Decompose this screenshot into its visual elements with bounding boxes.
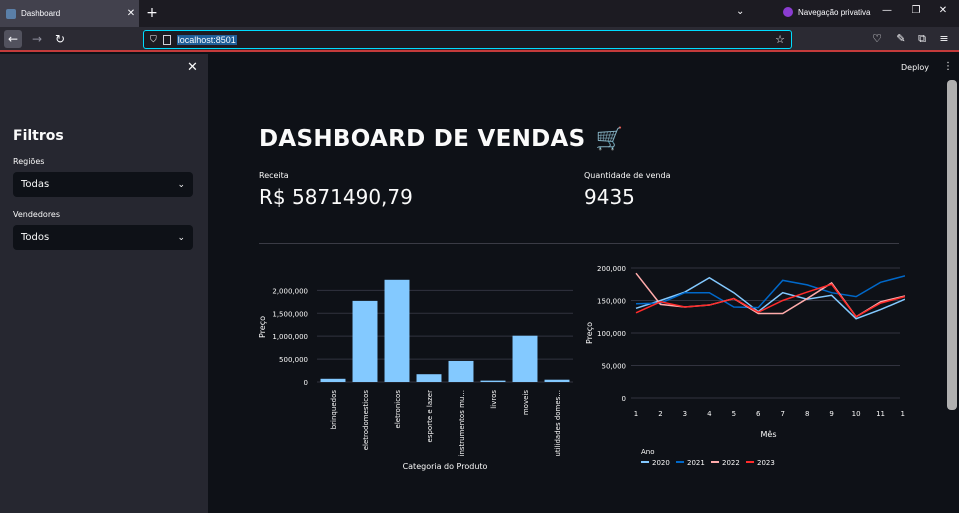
vendedores-select[interactable]: Todos ⌄ [13, 225, 193, 250]
x-tick-label: 11 [876, 410, 885, 418]
sidebar-title: Filtros [13, 128, 64, 144]
y-axis-label: Preço [585, 322, 594, 344]
y-tick-label: 1,000,000 [272, 333, 308, 341]
x-tick-label: eletrodomesticos [362, 390, 370, 451]
deploy-button[interactable]: Deploy [901, 63, 929, 72]
bar [416, 374, 442, 382]
x-tick-label: 1 [634, 410, 638, 418]
pocket-icon[interactable]: ♡ [870, 32, 884, 45]
close-window-icon[interactable]: ✕ [936, 5, 950, 16]
legend-label-2023: 2023 [757, 459, 775, 467]
metric-label-receita: Receita [259, 171, 289, 180]
url-text[interactable]: localhost:8501 [176, 34, 237, 45]
y-tick-label: 0 [622, 395, 626, 403]
list-tabs-chevron-icon[interactable]: ⌄ [736, 6, 744, 17]
x-tick-label: moveis [522, 390, 530, 415]
chevron-down-icon: ⌄ [177, 232, 185, 243]
shield-icon[interactable]: ⛉ [150, 35, 157, 45]
legend-label-2022: 2022 [722, 459, 740, 467]
metric-value-receita: R$ 5871490,79 [259, 185, 413, 209]
y-tick-label: 500,000 [279, 356, 308, 364]
y-tick-label: 0 [304, 379, 308, 387]
restore-icon[interactable]: ❐ [909, 5, 923, 16]
private-mask-icon [783, 7, 793, 17]
bar [320, 378, 346, 382]
x-tick-label: 9 [829, 410, 833, 418]
x-tick-label: brinquedos [330, 390, 338, 430]
x-tick-label: 7 [780, 410, 784, 418]
vendedores-select-value: Todos [21, 232, 50, 243]
back-arrow-icon[interactable]: ← [4, 30, 22, 48]
y-tick-label: 1,500,000 [272, 310, 308, 318]
page-icon [162, 34, 171, 45]
x-tick-label: 6 [756, 410, 761, 418]
x-tick-label: eletronicos [394, 390, 402, 429]
filter-label-regioes: Regiões [13, 157, 45, 166]
x-tick-label: esporte e lazer [426, 390, 434, 443]
url-bar[interactable]: ⛉ localhost:8501 ☆ [143, 30, 792, 49]
app-header: Deploy ⋮ [208, 54, 959, 80]
close-tab-icon[interactable]: ✕ [123, 8, 139, 19]
browser-toolbar: ← → ↻ ⛉ localhost:8501 ☆ ♡ ✎ ⧉ ≡ [0, 27, 959, 52]
legend-label-2020: 2020 [652, 459, 670, 467]
y-axis-label: Preço [258, 316, 267, 338]
browser-tab[interactable]: Dashboard ✕ [0, 0, 139, 27]
x-tick-label: 2 [658, 410, 662, 418]
x-tick-label: livros [490, 390, 498, 409]
x-tick-label: utilidades domes... [554, 390, 562, 457]
x-tick-label: 10 [852, 410, 861, 418]
reload-icon[interactable]: ↻ [51, 30, 69, 48]
new-tab-button[interactable]: + [144, 4, 160, 22]
y-tick-label: 2,000,000 [272, 287, 308, 295]
regioes-select[interactable]: Todas ⌄ [13, 172, 193, 197]
private-browsing-indicator: Navegação privativa [783, 7, 870, 17]
legend-label-2021: 2021 [687, 459, 705, 467]
private-label: Navegação privativa [798, 7, 871, 17]
x-axis-label: Categoria do Produto [403, 462, 488, 471]
more-options-icon[interactable]: ⋮ [943, 61, 953, 72]
scrollbar[interactable] [947, 80, 957, 410]
x-tick-label: 12 [901, 410, 905, 418]
chevron-down-icon: ⌄ [177, 179, 185, 190]
bookmark-star-icon[interactable]: ☆ [775, 33, 785, 46]
bar [512, 335, 538, 382]
y-tick-label: 100,000 [597, 330, 626, 338]
y-tick-label: 200,000 [597, 265, 626, 273]
page-title-text: DASHBOARD DE VENDAS [259, 126, 586, 152]
filter-label-vendedores: Vendedores [13, 210, 61, 219]
forward-arrow-icon[interactable]: → [28, 30, 46, 48]
chart-favicon-icon [6, 8, 16, 19]
bar [352, 300, 378, 382]
minimize-icon[interactable]: — [880, 5, 894, 16]
divider [259, 243, 899, 244]
bar-chart[interactable]: 0 500,000 1,000,000 1,500,000 2,000,000 brinq… [250, 262, 580, 477]
y-tick-label: 150,000 [597, 298, 626, 306]
x-tick-label: instrumentos mu... [458, 390, 466, 456]
browser-tab-bar: Dashboard ✕ + ⌄ Navegação privativa — ❐ … [0, 0, 959, 27]
bar [544, 379, 570, 382]
x-tick-label: 8 [805, 410, 809, 418]
metric-label-quantidade: Quantidade de venda [584, 171, 671, 180]
tools-icon[interactable]: ✎ [894, 32, 908, 45]
tab-title: Dashboard [21, 9, 61, 18]
bar [480, 380, 506, 382]
x-axis-label: Mês [761, 429, 777, 439]
menu-icon[interactable]: ≡ [937, 32, 951, 45]
bar [448, 360, 474, 382]
close-sidebar-icon[interactable]: ✕ [187, 60, 198, 75]
regioes-select-value: Todas [21, 179, 50, 190]
sidebar: ✕ Filtros Regiões Todas ⌄ Vendedores Tod… [0, 54, 208, 513]
extensions-icon[interactable]: ⧉ [915, 32, 929, 46]
legend-title: Ano [641, 448, 655, 456]
bar [384, 279, 410, 382]
y-tick-label: 50,000 [602, 363, 627, 371]
x-tick-label: 5 [732, 410, 736, 418]
line-chart[interactable]: 050,000100,000150,000200,0001 2 3 4 5 6 7 8 9 10 1… [580, 258, 905, 473]
x-tick-label: 4 [707, 410, 712, 418]
shopping-cart-icon: 🛒 [595, 126, 624, 152]
metric-value-quantidade: 9435 [584, 185, 635, 209]
page-title: DASHBOARD DE VENDAS 🛒 [259, 126, 623, 152]
x-tick-label: 3 [683, 410, 687, 418]
